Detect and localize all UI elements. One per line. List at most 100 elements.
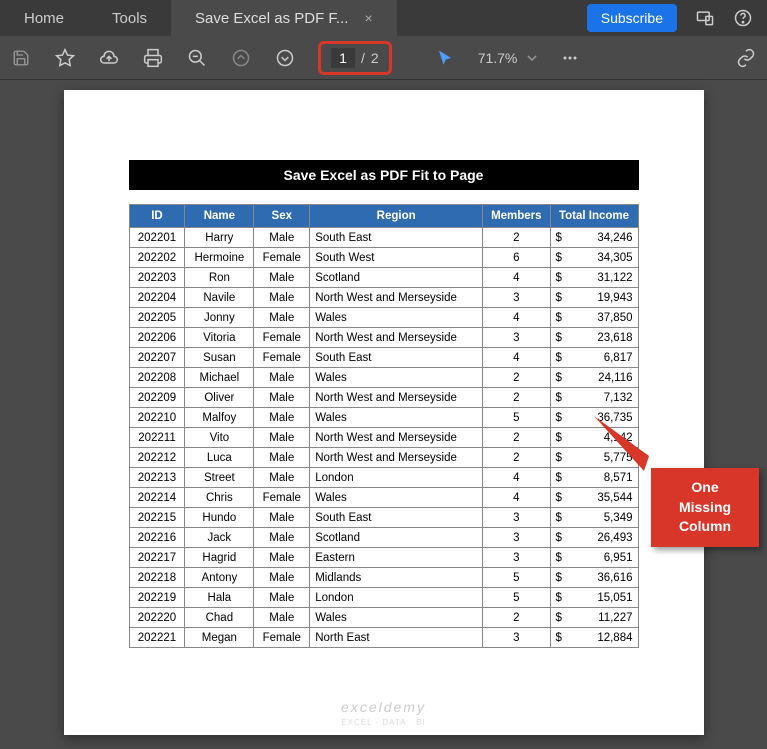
cell-region: Eastern xyxy=(310,548,483,568)
link-icon[interactable] xyxy=(735,47,757,69)
callout-box: One Missing Column xyxy=(651,468,759,547)
cell-region: Scotland xyxy=(310,268,483,288)
page-indicator-highlight: / 2 xyxy=(318,41,392,75)
cell-sex: Male xyxy=(254,368,310,388)
callout-text-3: Column xyxy=(679,518,731,534)
cell-name: Chris xyxy=(185,488,254,508)
col-header: Total Income xyxy=(550,205,638,228)
cell-currency: $ xyxy=(550,228,562,248)
page-down-icon[interactable] xyxy=(274,47,296,69)
callout-text-1: One xyxy=(691,479,718,495)
cell-currency: $ xyxy=(550,608,562,628)
cell-region: Wales xyxy=(310,408,483,428)
table-row: 202208MichaelMaleWales2$24,116 xyxy=(129,368,638,388)
page-title: Save Excel as PDF Fit to Page xyxy=(129,160,639,190)
subscribe-button[interactable]: Subscribe xyxy=(587,4,677,32)
pdf-page: Save Excel as PDF Fit to Page IDNameSexR… xyxy=(64,90,704,735)
cell-currency: $ xyxy=(550,488,562,508)
cell-sex: Female xyxy=(254,628,310,648)
table-row: 202207SusanFemaleSouth East4$6,817 xyxy=(129,348,638,368)
cell-sex: Male xyxy=(254,588,310,608)
tab-tools[interactable]: Tools xyxy=(88,0,171,36)
share-devices-icon[interactable] xyxy=(695,8,715,28)
cell-id: 202204 xyxy=(129,288,185,308)
cell-sex: Male xyxy=(254,468,310,488)
page-sep: / xyxy=(361,50,365,66)
cell-name: Vito xyxy=(185,428,254,448)
cell-income: 34,305 xyxy=(562,248,638,268)
watermark-sub: EXCEL · DATA · BI xyxy=(341,718,425,727)
col-header: Name xyxy=(185,205,254,228)
cell-name: Antony xyxy=(185,568,254,588)
annotation-callout: One Missing Column xyxy=(651,468,759,547)
cell-name: Hundo xyxy=(185,508,254,528)
table-row: 202210MalfoyMaleWales5$36,735 xyxy=(129,408,638,428)
cell-members: 3 xyxy=(483,288,550,308)
cell-region: North West and Merseyside xyxy=(310,428,483,448)
cell-region: London xyxy=(310,588,483,608)
cell-id: 202205 xyxy=(129,308,185,328)
page-total: 2 xyxy=(371,50,379,66)
cell-sex: Male xyxy=(254,448,310,468)
zoom-out-icon[interactable] xyxy=(186,47,208,69)
cursor-icon[interactable] xyxy=(434,47,456,69)
cloud-upload-icon[interactable] xyxy=(98,47,120,69)
save-icon[interactable] xyxy=(10,47,32,69)
cell-income: 19,943 xyxy=(562,288,638,308)
cell-income: 31,122 xyxy=(562,268,638,288)
cell-income: 23,618 xyxy=(562,328,638,348)
table-row: 202213StreetMaleLondon4$8,571 xyxy=(129,468,638,488)
cell-name: Susan xyxy=(185,348,254,368)
cell-members: 2 xyxy=(483,228,550,248)
cell-name: Malfoy xyxy=(185,408,254,428)
cell-members: 5 xyxy=(483,588,550,608)
cell-sex: Male xyxy=(254,568,310,588)
tab-active-label: Save Excel as PDF F... xyxy=(195,10,348,27)
cell-id: 202216 xyxy=(129,528,185,548)
tab-active-document[interactable]: Save Excel as PDF F... × xyxy=(171,0,397,36)
cell-currency: $ xyxy=(550,288,562,308)
help-icon[interactable] xyxy=(733,8,753,28)
cell-currency: $ xyxy=(550,528,562,548)
col-header: ID xyxy=(129,205,185,228)
close-tab-icon[interactable]: × xyxy=(364,10,372,26)
cell-currency: $ xyxy=(550,248,562,268)
table-row: 202221MeganFemaleNorth East3$12,884 xyxy=(129,628,638,648)
page-up-icon[interactable] xyxy=(230,47,252,69)
cell-id: 202214 xyxy=(129,488,185,508)
cell-currency: $ xyxy=(550,388,562,408)
cell-currency: $ xyxy=(550,448,562,468)
cell-currency: $ xyxy=(550,308,562,328)
cell-members: 2 xyxy=(483,368,550,388)
watermark: exceldemy xyxy=(341,699,426,715)
cell-region: Wales xyxy=(310,368,483,388)
col-header: Members xyxy=(483,205,550,228)
cell-region: Midlands xyxy=(310,568,483,588)
cell-members: 4 xyxy=(483,348,550,368)
cell-region: North West and Merseyside xyxy=(310,448,483,468)
cell-id: 202210 xyxy=(129,408,185,428)
zoom-dropdown[interactable]: 71.7% xyxy=(478,50,538,66)
cell-members: 4 xyxy=(483,308,550,328)
cell-sex: Male xyxy=(254,268,310,288)
table-row: 202217HagridMaleEastern3$6,951 xyxy=(129,548,638,568)
callout-arrow-icon xyxy=(594,416,654,476)
cell-members: 2 xyxy=(483,428,550,448)
page-number-input[interactable] xyxy=(331,48,355,68)
cell-members: 4 xyxy=(483,468,550,488)
cell-region: North West and Merseyside xyxy=(310,388,483,408)
print-icon[interactable] xyxy=(142,47,164,69)
col-header: Sex xyxy=(254,205,310,228)
star-icon[interactable] xyxy=(54,47,76,69)
cell-members: 5 xyxy=(483,568,550,588)
cell-name: Navile xyxy=(185,288,254,308)
cell-currency: $ xyxy=(550,508,562,528)
more-options-icon[interactable] xyxy=(559,47,581,69)
cell-sex: Male xyxy=(254,288,310,308)
tab-home[interactable]: Home xyxy=(0,0,88,36)
cell-id: 202212 xyxy=(129,448,185,468)
tab-bar: Home Tools Save Excel as PDF F... × Subs… xyxy=(0,0,767,36)
cell-income: 6,951 xyxy=(562,548,638,568)
cell-region: South East xyxy=(310,348,483,368)
toolbar: / 2 71.7% xyxy=(0,36,767,80)
